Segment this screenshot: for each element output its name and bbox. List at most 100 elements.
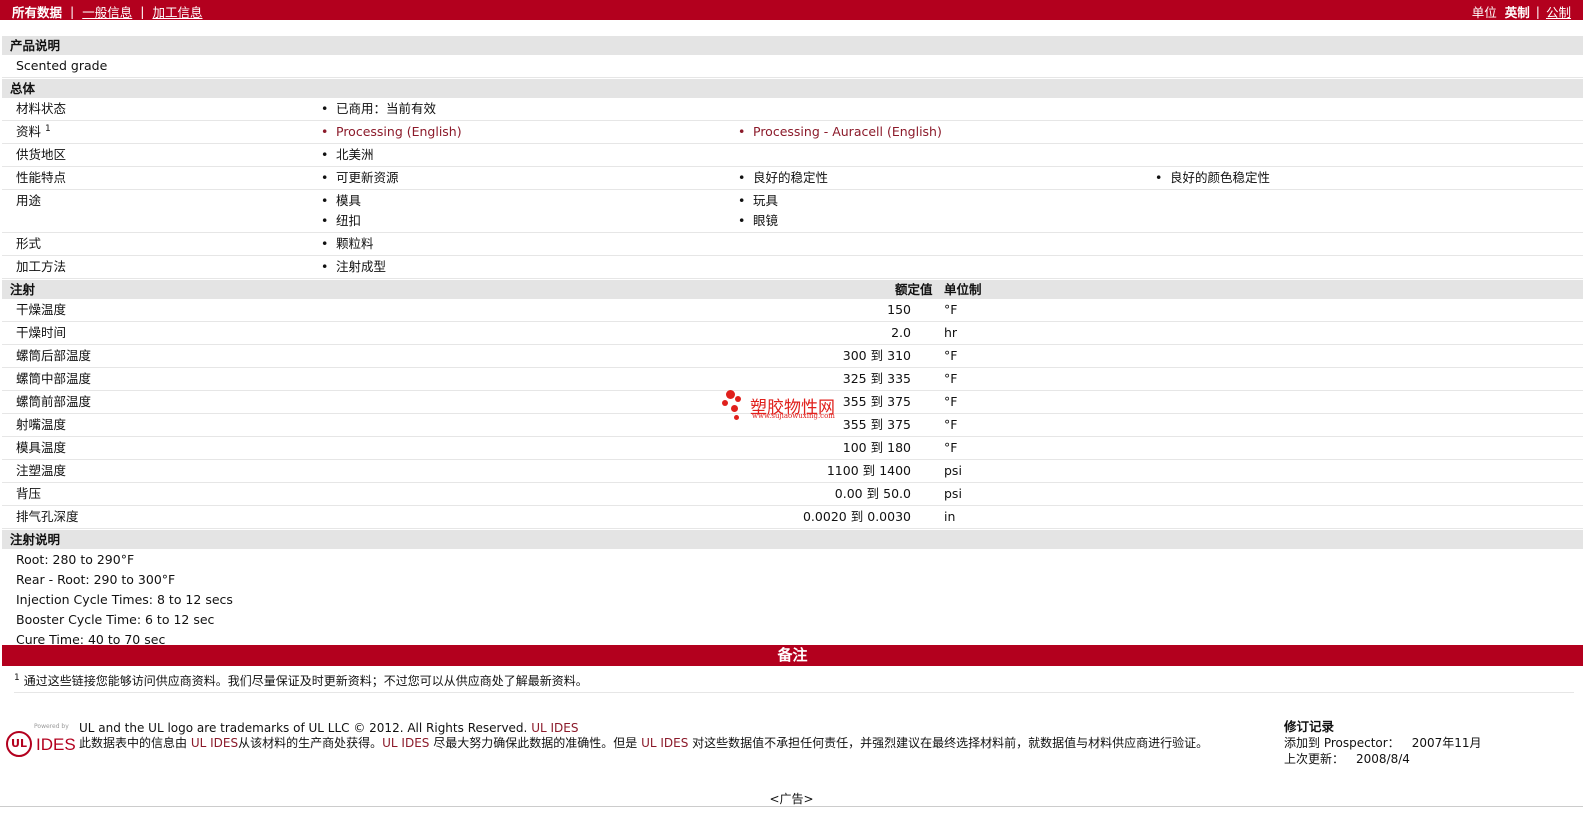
unit-value: psi bbox=[944, 463, 962, 478]
row-label: 供货地区 bbox=[16, 147, 67, 162]
watermark-dot bbox=[722, 400, 728, 406]
watermark-dot bbox=[734, 415, 739, 420]
unit-value: °F bbox=[944, 348, 958, 363]
injection-row: 排气孔深度 0.0020 到 0.0030 in bbox=[2, 506, 1583, 529]
unit-value: °F bbox=[944, 394, 958, 409]
general-row-documents: 资料 1 Processing (English) Processing - A… bbox=[2, 121, 1583, 144]
unit-value: °F bbox=[944, 371, 958, 386]
watermark-url: www.sujiaowuxing.com bbox=[752, 412, 835, 420]
injection-row: 背压 0.00 到 50.0 psi bbox=[2, 483, 1583, 506]
row-label: 材料状态 bbox=[16, 101, 67, 116]
ul-ides-link[interactable]: UL IDES bbox=[531, 721, 578, 735]
general-row-processing-method: 加工方法 注射成型 bbox=[2, 256, 1583, 279]
logo-powered-by: Powered by bbox=[34, 723, 69, 730]
unit-value: °F bbox=[944, 302, 958, 317]
nominal-value: 325 到 335 bbox=[842, 371, 911, 386]
row-label: 性能特点 bbox=[16, 170, 67, 185]
row-label: 用途 bbox=[16, 193, 42, 208]
column-header-unit: 单位制 bbox=[944, 282, 982, 297]
section-injection: 注射 额定值 单位制 bbox=[2, 279, 1583, 299]
ul-ides-logo[interactable]: Powered by UL IDES bbox=[6, 723, 76, 759]
unit-value: hr bbox=[944, 325, 958, 340]
footer-disclaimer: UL and the UL logo are trademarks of UL … bbox=[79, 721, 1269, 751]
watermark-dot bbox=[735, 396, 741, 402]
row-label: 资料 1 bbox=[16, 123, 51, 139]
row-label: 形式 bbox=[16, 236, 42, 251]
injection-row: 干燥温度 150 °F bbox=[2, 299, 1583, 322]
advertisement-placeholder: <广告> bbox=[769, 792, 814, 806]
injection-notes-list: Root: 280 to 290°F Rear - Root: 290 to 3… bbox=[2, 549, 1583, 650]
row-label: 干燥时间 bbox=[16, 325, 67, 340]
general-row-features: 性能特点 可更新资源 良好的稳定性 良好的颜色稳定性 bbox=[2, 167, 1583, 190]
column-header-nominal: 额定值 bbox=[895, 282, 933, 297]
watermark-logo: 塑胶物性网 www.sujiaowuxing.com bbox=[720, 388, 860, 424]
ul-logo-icon: UL bbox=[6, 731, 32, 757]
section-product-description: 产品说明 bbox=[2, 35, 1583, 55]
row-label: 加工方法 bbox=[16, 259, 67, 274]
injection-row: 模具温度 100 到 180 °F bbox=[2, 437, 1583, 460]
row-value: 良好的颜色稳定性 bbox=[1155, 167, 1270, 189]
units-metric[interactable]: 公制 bbox=[1546, 2, 1571, 21]
remarks-footnote: 1 通过这些链接您能够访问供应商资料。我们尽量保证及时更新资料；不过您可以从供应商… bbox=[14, 669, 1574, 693]
section-general: 总体 bbox=[2, 78, 1583, 98]
units-english[interactable]: 英制 bbox=[1505, 2, 1530, 21]
row-label: 注塑温度 bbox=[16, 463, 67, 478]
revision-title: 修订记录 bbox=[1284, 719, 1335, 734]
row-value: 玩具 bbox=[738, 190, 778, 212]
bottom-divider bbox=[0, 806, 1583, 807]
row-value: 纽扣 bbox=[321, 210, 361, 232]
tab-all-data[interactable]: 所有数据 bbox=[12, 2, 62, 21]
row-value: 颗粒料 bbox=[321, 233, 373, 255]
nominal-value: 2.0 bbox=[891, 325, 911, 340]
row-value: 良好的稳定性 bbox=[738, 167, 828, 189]
row-label: 螺筒后部温度 bbox=[16, 348, 92, 363]
row-label: 背压 bbox=[16, 486, 42, 501]
document-link-processing-auracell[interactable]: Processing - Auracell (English) bbox=[738, 121, 942, 143]
row-label: 排气孔深度 bbox=[16, 509, 79, 524]
watermark-dot bbox=[726, 390, 735, 399]
tab-separator: | bbox=[70, 4, 75, 19]
unit-switcher: 单位 英制 | 公制 bbox=[1472, 2, 1571, 21]
unit-value: °F bbox=[944, 417, 958, 432]
injection-row: 干燥时间 2.0 hr bbox=[2, 322, 1583, 345]
tab-separator: | bbox=[140, 4, 145, 19]
nominal-value: 0.0020 到 0.0030 bbox=[802, 509, 911, 524]
revision-history: 修订记录 添加到 Prospector： 2007年11月 上次更新： 2008/8… bbox=[1284, 719, 1482, 767]
row-label: 螺筒前部温度 bbox=[16, 394, 92, 409]
nominal-value: 100 到 180 bbox=[842, 440, 911, 455]
units-separator: | bbox=[1535, 4, 1540, 19]
row-label: 螺筒中部温度 bbox=[16, 371, 92, 386]
note-line: Root: 280 to 290°F bbox=[16, 552, 135, 567]
row-label: 射嘴温度 bbox=[16, 417, 67, 432]
ides-wordmark: IDES bbox=[36, 735, 76, 754]
note-line: Booster Cycle Time: 6 to 12 sec bbox=[16, 612, 215, 627]
unit-value: psi bbox=[944, 486, 962, 501]
footnote-number: 1 bbox=[14, 673, 20, 683]
row-value: 注射成型 bbox=[321, 256, 386, 278]
remarks-header: 备注 bbox=[2, 645, 1583, 666]
injection-row: 螺筒后部温度 300 到 310 °F bbox=[2, 345, 1583, 368]
tab-processing-info[interactable]: 加工信息 bbox=[152, 2, 202, 21]
disclaimer-text: 此数据表中的信息由 UL IDES从该材料的生产商处获得。UL IDES 尽最大… bbox=[79, 736, 1209, 750]
row-label: 模具温度 bbox=[16, 440, 67, 455]
nominal-value: 150 bbox=[887, 302, 911, 317]
unit-value: °F bbox=[944, 440, 958, 455]
row-value: 眼镜 bbox=[738, 210, 778, 232]
nominal-value: 300 到 310 bbox=[842, 348, 911, 363]
nominal-value: 1100 到 1400 bbox=[826, 463, 911, 478]
unit-value: in bbox=[944, 509, 956, 524]
general-row-status: 材料状态 已商用：当前有效 bbox=[2, 98, 1583, 121]
document-link-processing[interactable]: Processing (English) bbox=[321, 121, 462, 143]
footer: Powered by UL IDES UL and the UL logo ar… bbox=[0, 715, 1583, 775]
section-title: 注射 bbox=[10, 282, 36, 297]
tab-general-info[interactable]: 一般信息 bbox=[82, 2, 132, 21]
nominal-value: 0.00 到 50.0 bbox=[834, 486, 911, 501]
row-value: 模具 bbox=[321, 190, 361, 212]
top-nav-bar: 所有数据 | 一般信息 | 加工信息 单位 英制 | 公制 bbox=[0, 0, 1583, 20]
row-value: 可更新资源 bbox=[321, 167, 398, 189]
product-description-text: Scented grade bbox=[2, 55, 1583, 78]
trademark-line: UL and the UL logo are trademarks of UL … bbox=[79, 721, 579, 735]
row-label: 干燥温度 bbox=[16, 302, 67, 317]
revision-updated: 上次更新： 2008/8/4 bbox=[1284, 752, 1410, 766]
watermark-dot bbox=[731, 405, 738, 412]
